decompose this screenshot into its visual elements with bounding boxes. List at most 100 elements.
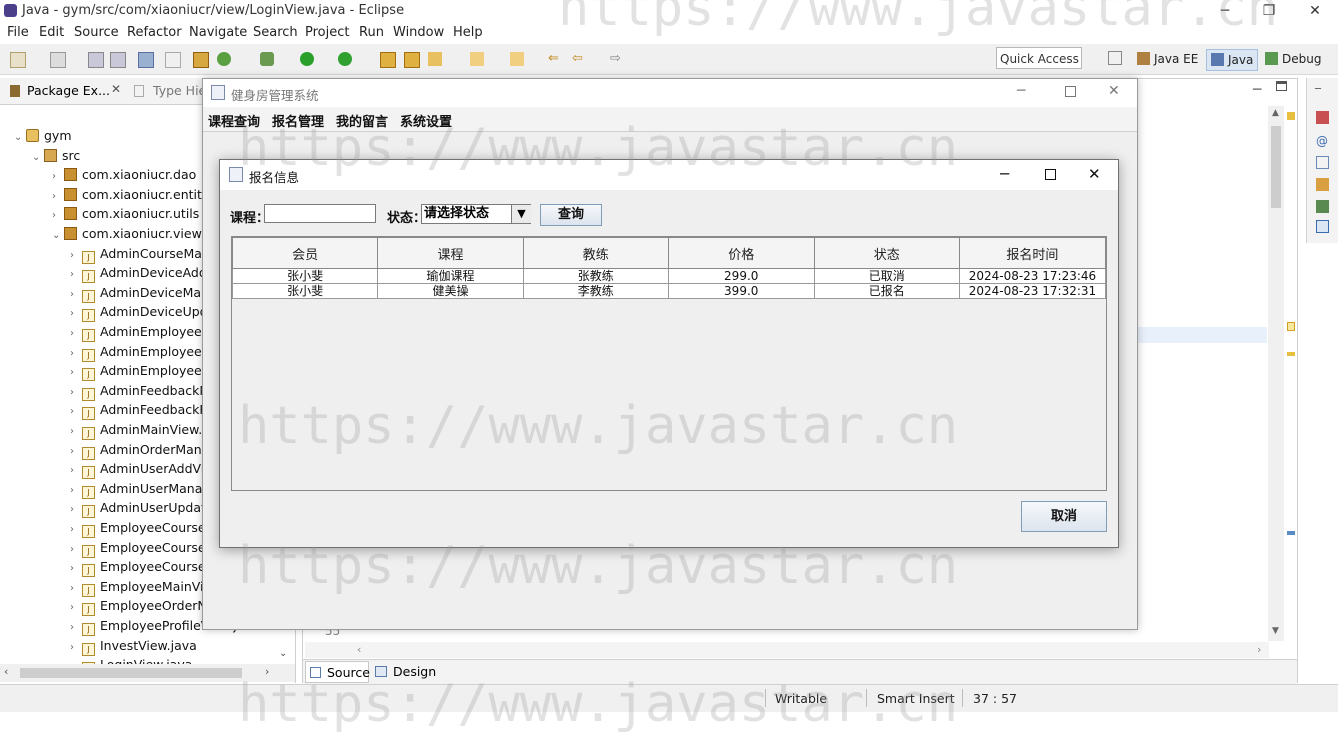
course-input[interactable] <box>264 204 376 223</box>
javadoc-icon[interactable] <box>1316 156 1329 169</box>
minimize-view-icon[interactable]: ─ <box>1253 82 1261 98</box>
expand-icon[interactable]: › <box>70 461 82 480</box>
close-icon[interactable]: ✕ <box>111 82 121 96</box>
menu-run[interactable]: Run <box>359 25 384 40</box>
scroll-down-icon[interactable]: ⌄ <box>279 648 287 659</box>
app-close-button[interactable]: ✕ <box>1108 83 1120 99</box>
tab-source[interactable]: Source <box>305 661 370 683</box>
menu-help[interactable]: Help <box>453 25 483 40</box>
expand-icon[interactable]: › <box>70 324 82 343</box>
menu-window[interactable]: Window <box>393 25 444 40</box>
open-perspective-icon[interactable] <box>1108 51 1122 65</box>
tree-item[interactable]: ⌄ src <box>32 146 80 165</box>
expand-icon[interactable]: › <box>70 422 82 441</box>
cell-enroll-time[interactable]: 2024-08-23 17:23:46 <box>958 268 1107 284</box>
tree-item[interactable]: › J AdminMainView.j <box>70 420 206 441</box>
cell-price[interactable]: 399.0 <box>667 283 815 299</box>
console-view-icon[interactable] <box>1316 220 1329 233</box>
tree-item[interactable]: › J EmployeeCourse <box>70 538 206 559</box>
tree-item[interactable]: › J AdminDeviceUpd <box>70 302 208 323</box>
column-header-course[interactable]: 课程 <box>377 237 524 269</box>
new-icon[interactable] <box>10 52 26 68</box>
menu-course-query[interactable]: 课程查询 <box>208 111 260 130</box>
minimize-button[interactable]: ─ <box>1202 0 1248 22</box>
previous-annotation-icon[interactable] <box>510 52 524 66</box>
package-icon[interactable] <box>193 52 209 68</box>
expand-icon[interactable]: › <box>70 402 82 421</box>
tree-item[interactable]: › J AdminUserAddVi <box>70 459 204 480</box>
expand-icon[interactable]: › <box>70 481 82 500</box>
expand-icon[interactable]: › <box>70 540 82 559</box>
scroll-left-icon[interactable]: ‹ <box>4 665 8 678</box>
menu-my-messages[interactable]: 我的留言 <box>336 111 388 130</box>
restore-button[interactable]: ❐ <box>1246 0 1292 22</box>
perspective-java-ee[interactable]: Java EE <box>1137 49 1198 69</box>
expand-icon[interactable]: › <box>70 344 82 363</box>
tree-item[interactable]: › J AdminUserUpdat <box>70 498 206 519</box>
cell-enroll-time[interactable]: 2024-08-23 17:32:31 <box>958 283 1107 299</box>
maximize-view-icon[interactable] <box>1276 81 1287 91</box>
tree-item[interactable]: ⌄ com.xiaoniucr.view <box>52 224 202 243</box>
column-header-member[interactable]: 会员 <box>231 237 379 269</box>
next-annotation-icon[interactable] <box>470 52 484 66</box>
tree-item[interactable]: › J AdminDeviceAdd <box>70 263 207 284</box>
app-maximize-button[interactable] <box>1065 86 1076 97</box>
menu-refactor[interactable]: Refactor <box>127 25 182 40</box>
editor-scroll-down-icon[interactable]: ▼ <box>1272 626 1279 636</box>
tree-item[interactable]: › J AdminFeedbackM <box>70 381 210 401</box>
tree-item[interactable]: › J AdminEmployeeU <box>70 361 211 382</box>
expand-icon[interactable]: › <box>70 638 82 657</box>
menu-source[interactable]: Source <box>74 25 119 40</box>
tree-item[interactable]: › J AdminDeviceMan <box>70 283 209 303</box>
column-header-enroll-time[interactable]: 报名时间 <box>958 237 1107 269</box>
save-all-icon[interactable] <box>110 52 126 68</box>
debug-icon[interactable] <box>260 52 274 66</box>
tree-item[interactable]: › J AdminEmployeeA <box>70 322 210 343</box>
new-type-icon[interactable] <box>50 52 66 68</box>
cell-status[interactable]: 已报名 <box>813 283 960 299</box>
cell-coach[interactable]: 张教练 <box>522 268 669 284</box>
expand-icon[interactable]: › <box>70 363 82 382</box>
overview-marker-icon[interactable] <box>1287 352 1295 356</box>
run-icon[interactable] <box>300 52 314 66</box>
run-external-icon[interactable] <box>338 52 352 66</box>
tree-item[interactable]: › J EmployeeCourse <box>70 518 206 538</box>
tab-package-explorer[interactable]: Package Ex... <box>27 83 110 98</box>
save-icon[interactable] <box>88 52 104 68</box>
tree-item[interactable]: › J EmployeeOrderN <box>70 596 207 617</box>
tab-type-hierarchy[interactable]: Type Hie <box>153 83 206 98</box>
tree-item[interactable]: › J EmployeeMainVi <box>70 577 204 597</box>
at-icon[interactable]: @ <box>1316 134 1328 148</box>
dialog-maximize-button[interactable] <box>1045 169 1056 180</box>
outline-icon[interactable] <box>1316 111 1329 124</box>
cell-course[interactable]: 健美操 <box>377 283 524 299</box>
expand-icon[interactable]: › <box>70 598 82 617</box>
collapse-icon[interactable]: ⌄ <box>14 128 26 147</box>
expand-icon[interactable]: › <box>70 442 82 461</box>
tree-item[interactable]: › J AdminUserManag <box>70 479 210 500</box>
search-icon[interactable] <box>428 52 442 66</box>
cell-price[interactable]: 299.0 <box>667 268 815 284</box>
query-button[interactable]: 查询 <box>540 204 602 226</box>
menu-navigate[interactable]: Navigate <box>189 25 247 40</box>
table-row[interactable]: 张小斐 瑜伽课程 张教练 299.0 已取消 2024-08-23 17:23:… <box>231 268 1107 284</box>
forward-arrow-icon[interactable]: ⇨ <box>610 52 624 66</box>
hierarchy-icon[interactable] <box>1316 200 1329 213</box>
editor-scroll-right-icon[interactable]: › <box>1257 643 1261 656</box>
dialog-minimize-button[interactable]: ─ <box>1000 165 1009 183</box>
skip-breakpoints-icon[interactable] <box>165 52 181 68</box>
tree-item[interactable]: › J AdminCourseMar <box>70 244 207 264</box>
menu-file[interactable]: File <box>7 25 29 40</box>
expand-icon[interactable]: › <box>70 304 82 323</box>
quick-access-input[interactable]: Quick Access <box>996 47 1082 69</box>
collapse-icon[interactable]: ⌄ <box>52 226 64 245</box>
menu-project[interactable]: Project <box>305 25 349 40</box>
editor-scrollbar-thumb[interactable] <box>1271 126 1281 208</box>
menu-enrollment-management[interactable]: 报名管理 <box>272 111 324 130</box>
cell-coach[interactable]: 李教练 <box>522 283 669 299</box>
perspective-java[interactable]: Java <box>1206 49 1259 71</box>
console-icon[interactable] <box>138 52 154 68</box>
expand-icon[interactable]: › <box>70 500 82 519</box>
collapse-icon[interactable]: ⌄ <box>32 148 44 167</box>
tree-item[interactable]: › com.xiaoniucr.entity <box>52 185 209 204</box>
